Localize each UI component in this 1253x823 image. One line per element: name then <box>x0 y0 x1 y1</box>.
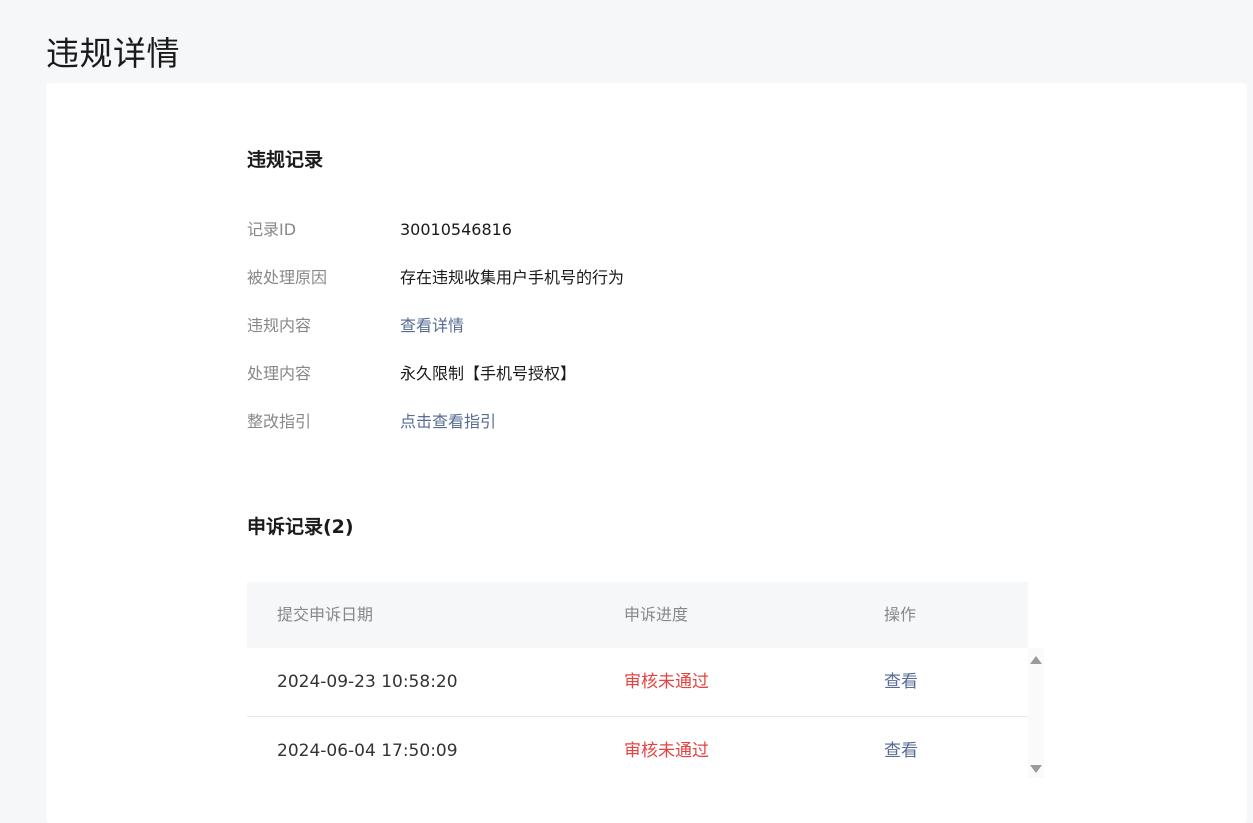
column-header-status: 申诉进度 <box>624 605 689 624</box>
view-guide-link[interactable]: 点击查看指引 <box>400 409 496 435</box>
record-id-label: 记录ID <box>247 220 297 239</box>
page-title: 违规详情 <box>46 34 180 74</box>
appeal-date: 2024-09-23 10:58:20 <box>277 672 458 692</box>
handling-value: 永久限制【手机号授权】 <box>400 364 577 383</box>
violation-section-title: 违规记录 <box>247 149 324 171</box>
view-details-link[interactable]: 查看详情 <box>400 313 464 339</box>
violation-content-label: 违规内容 <box>247 316 312 335</box>
column-header-date: 提交申诉日期 <box>277 605 374 624</box>
appeal-status: 审核未通过 <box>624 672 709 692</box>
scroll-up-arrow-icon[interactable] <box>1030 656 1042 664</box>
table-scrollbar[interactable] <box>1028 648 1044 778</box>
appeals-table: 提交申诉日期 申诉进度 操作 2024-09-23 10:58:20 审核未通过… <box>247 582 1028 785</box>
view-appeal-link[interactable]: 查看 <box>884 717 918 785</box>
view-appeal-link[interactable]: 查看 <box>884 648 918 716</box>
guide-label: 整改指引 <box>247 412 312 431</box>
appeal-date: 2024-06-04 17:50:09 <box>277 741 458 761</box>
scroll-down-arrow-icon[interactable] <box>1030 765 1042 773</box>
reason-label: 被处理原因 <box>247 268 328 287</box>
detail-card: 违规记录 记录ID 30010546816 被处理原因 存在违规收集用户手机号的… <box>46 83 1247 823</box>
column-header-action: 操作 <box>884 605 917 624</box>
table-header: 提交申诉日期 申诉进度 操作 <box>247 582 1028 648</box>
appeals-section-title: 申诉记录(2) <box>247 516 354 538</box>
appeal-status: 审核未通过 <box>624 741 709 761</box>
record-id-value: 30010546816 <box>400 220 512 239</box>
table-row: 2024-06-04 17:50:09 审核未通过 查看 <box>247 717 1028 785</box>
handling-label: 处理内容 <box>247 364 312 383</box>
reason-value: 存在违规收集用户手机号的行为 <box>400 268 625 287</box>
table-row: 2024-09-23 10:58:20 审核未通过 查看 <box>247 648 1028 717</box>
